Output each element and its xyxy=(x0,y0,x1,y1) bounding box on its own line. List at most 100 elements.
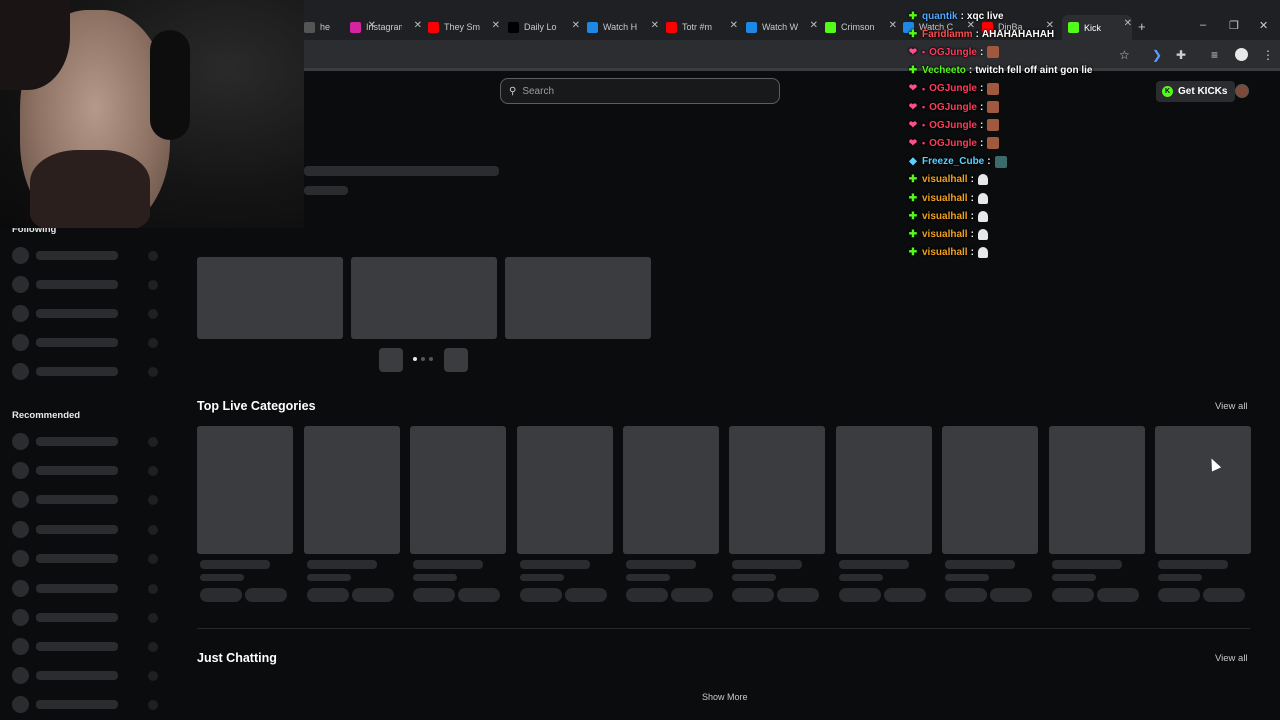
category-title-skeleton xyxy=(626,560,696,569)
channel-avatar-skeleton xyxy=(12,462,29,479)
puzzle-extensions-icon[interactable]: ✚ xyxy=(1176,48,1186,62)
close-window-button[interactable]: ✕ xyxy=(1259,19,1268,32)
chat-message: ❤ • OGJungle: xyxy=(908,135,1000,151)
carousel-dot[interactable] xyxy=(429,357,433,361)
image-emote-icon xyxy=(987,119,1000,132)
ghost-emote-icon xyxy=(977,210,988,222)
browser-tab[interactable]: Kick ✕ xyxy=(1062,15,1132,40)
chat-username[interactable]: OGJungle xyxy=(929,102,977,113)
category-thumbnail-skeleton xyxy=(197,426,293,554)
channel-name-skeleton xyxy=(36,466,118,475)
minimize-button[interactable]: – xyxy=(1200,19,1206,31)
close-tab-icon[interactable]: ✕ xyxy=(730,20,738,31)
category-tag-skeleton xyxy=(1158,588,1200,602)
profile-icon[interactable] xyxy=(1235,48,1248,61)
category-thumbnail-skeleton xyxy=(517,426,613,554)
chat-username[interactable]: OGJungle xyxy=(929,120,977,131)
bookmark-star-icon[interactable]: ☆ xyxy=(1119,48,1130,62)
live-indicator-skeleton xyxy=(148,671,158,681)
channel-avatar-skeleton xyxy=(12,521,29,538)
close-tab-icon[interactable]: ✕ xyxy=(492,20,500,31)
channel-name-skeleton xyxy=(36,613,118,622)
category-tag-skeleton xyxy=(520,588,562,602)
category-title-skeleton xyxy=(945,560,1015,569)
new-tab-button[interactable]: + xyxy=(1138,19,1146,34)
close-tab-icon[interactable]: ✕ xyxy=(1124,18,1132,29)
category-tag-skeleton xyxy=(626,588,668,602)
browser-tab[interactable]: Watch W ✕ xyxy=(746,17,818,37)
chat-username[interactable]: quantik xyxy=(922,11,958,22)
get-kicks-button[interactable]: K Get KICKs xyxy=(1156,81,1236,102)
chat-username[interactable]: OGJungle xyxy=(929,83,977,94)
close-tab-icon[interactable]: ✕ xyxy=(414,20,422,31)
chat-username[interactable]: visualhall xyxy=(922,193,968,204)
plus-badge-icon: ✚ xyxy=(908,174,918,186)
carousel-dot[interactable] xyxy=(421,357,425,361)
chat-username[interactable]: visualhall xyxy=(922,211,968,222)
user-avatar[interactable] xyxy=(1235,84,1249,98)
search-input[interactable]: ⚲ Search xyxy=(500,78,780,104)
chat-message: ✚ visualhall: xyxy=(908,190,988,206)
close-tab-icon[interactable]: ✕ xyxy=(651,20,659,31)
image-emote-icon xyxy=(987,137,1000,150)
show-more-button[interactable]: Show More xyxy=(702,692,748,702)
media-control-icon[interactable]: ≡ xyxy=(1211,48,1218,62)
extension-icon[interactable]: ❯ xyxy=(1152,48,1162,62)
chat-separator: : xyxy=(979,119,984,131)
channel-avatar-skeleton xyxy=(12,247,29,264)
carousel-dot[interactable] xyxy=(413,357,417,361)
chat-message: ❤ • OGJungle: xyxy=(908,99,1000,115)
chat-separator: : xyxy=(979,101,984,113)
stream-icon xyxy=(587,21,598,33)
channel-name-skeleton xyxy=(36,554,118,563)
section-title-top-live-categories: Top Live Categories xyxy=(197,399,316,413)
chat-username[interactable]: OGJungle xyxy=(929,138,977,149)
close-tab-icon[interactable]: ✕ xyxy=(572,20,580,31)
channel-avatar-skeleton xyxy=(12,580,29,597)
view-all-just-chatting-link[interactable]: View all xyxy=(1215,653,1248,664)
view-all-categories-link[interactable]: View all xyxy=(1215,401,1248,412)
browser-tab[interactable]: Daily Lo ✕ xyxy=(508,17,580,37)
maximize-button[interactable]: ❐ xyxy=(1229,19,1239,32)
browser-tab[interactable]: Crimson ✕ xyxy=(825,17,897,37)
live-indicator-skeleton xyxy=(148,280,158,290)
instagram-icon xyxy=(350,21,361,33)
category-title-skeleton xyxy=(413,560,483,569)
category-tag-skeleton xyxy=(458,588,500,602)
live-indicator-skeleton xyxy=(148,466,158,476)
browser-tab[interactable]: Instagram ✕ xyxy=(350,17,422,37)
browser-tab[interactable]: Totr #m ✕ xyxy=(666,17,738,37)
close-tab-icon[interactable]: ✕ xyxy=(810,20,818,31)
chat-username[interactable]: OGJungle xyxy=(929,47,977,58)
category-viewers-skeleton xyxy=(200,574,244,581)
live-indicator-skeleton xyxy=(148,525,158,535)
carousel-card[interactable] xyxy=(505,257,651,339)
carousel-next-button[interactable] xyxy=(444,348,468,372)
heart-badge-icon: ❤ xyxy=(908,137,918,149)
chat-username[interactable]: visualhall xyxy=(922,247,968,258)
carousel-card[interactable] xyxy=(197,257,343,339)
channel-avatar-skeleton xyxy=(12,305,29,322)
close-tab-icon[interactable]: ✕ xyxy=(889,20,897,31)
search-placeholder: Search xyxy=(522,85,555,97)
chat-username[interactable]: visualhall xyxy=(922,174,968,185)
carousel-prev-button[interactable] xyxy=(379,348,403,372)
chat-username[interactable]: Faridlamm xyxy=(922,29,973,40)
chat-username[interactable]: Freeze_Cube xyxy=(922,156,984,167)
category-tag-skeleton xyxy=(1052,588,1094,602)
browser-menu-icon[interactable]: ⋮ xyxy=(1262,48,1274,62)
category-title-skeleton xyxy=(1158,560,1228,569)
category-tag-skeleton xyxy=(307,588,349,602)
chat-separator: : xyxy=(970,228,974,240)
chat-username[interactable]: visualhall xyxy=(922,229,968,240)
browser-tab[interactable]: Watch H ✕ xyxy=(587,17,659,37)
channel-name-skeleton xyxy=(36,367,118,376)
chat-username[interactable]: Vecheeto xyxy=(922,65,966,76)
carousel-card[interactable] xyxy=(351,257,497,339)
heart-badge-icon: ❤ xyxy=(908,46,918,58)
browser-tab[interactable]: They Sm ✕ xyxy=(428,17,500,37)
plus-badge-icon: ✚ xyxy=(908,192,918,204)
browser-tab-title: They Sm xyxy=(444,22,480,32)
category-thumbnail-skeleton xyxy=(1049,426,1145,554)
category-viewers-skeleton xyxy=(1158,574,1202,581)
